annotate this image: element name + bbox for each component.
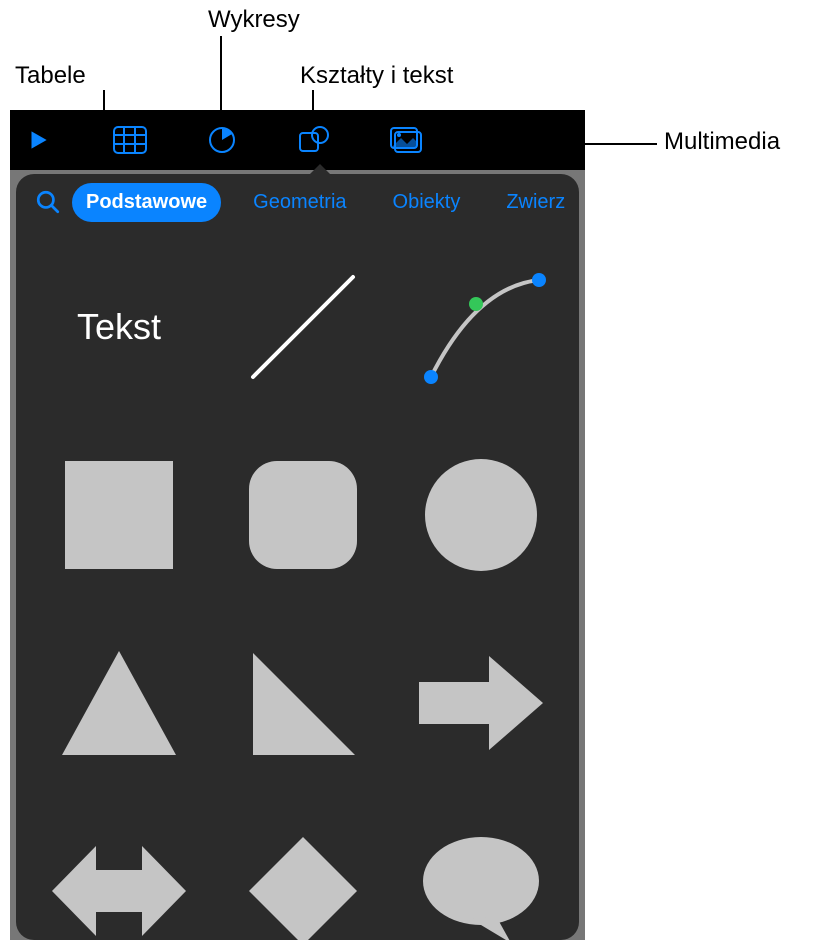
table-icon bbox=[113, 126, 147, 154]
callout-charts: Wykresy bbox=[208, 6, 300, 34]
callout-tables: Tabele bbox=[15, 62, 86, 90]
shape-speech-bubble[interactable] bbox=[411, 811, 551, 940]
shape-text[interactable]: Tekst bbox=[44, 247, 194, 407]
shape-rounded-square[interactable] bbox=[234, 435, 371, 595]
line-icon bbox=[238, 262, 368, 392]
shape-triangle[interactable] bbox=[44, 623, 194, 783]
shapes-popover: Podstawowe Geometria Obiekty Zwierz Teks… bbox=[16, 174, 579, 940]
shapes-grid: Tekst bbox=[16, 227, 579, 940]
arrow-right-icon bbox=[411, 648, 551, 758]
category-tabs: Podstawowe Geometria Obiekty Zwierz bbox=[72, 183, 569, 222]
search-icon bbox=[35, 189, 61, 215]
pie-chart-icon bbox=[207, 125, 237, 155]
shape-diamond[interactable] bbox=[234, 811, 371, 940]
charts-button[interactable] bbox=[202, 120, 242, 160]
search-button[interactable] bbox=[30, 184, 66, 220]
tables-button[interactable] bbox=[110, 120, 150, 160]
square-icon bbox=[59, 455, 179, 575]
shape-circle[interactable] bbox=[411, 435, 551, 595]
triangle-icon bbox=[54, 643, 184, 763]
tab-geometry[interactable]: Geometria bbox=[239, 183, 360, 222]
tab-objects[interactable]: Obiekty bbox=[379, 183, 475, 222]
circle-icon bbox=[421, 455, 541, 575]
speech-bubble-icon bbox=[416, 831, 546, 940]
shape-arrow-double[interactable] bbox=[44, 811, 194, 940]
shape-square[interactable] bbox=[44, 435, 194, 595]
shape-arrow-right[interactable] bbox=[411, 623, 551, 783]
rounded-square-icon bbox=[243, 455, 363, 575]
callout-shapes-text: Kształty i tekst bbox=[300, 62, 453, 90]
shapes-button[interactable] bbox=[294, 120, 334, 160]
toolbar bbox=[10, 110, 585, 170]
play-icon bbox=[25, 127, 51, 153]
tab-basic[interactable]: Podstawowe bbox=[72, 183, 221, 222]
tab-animals[interactable]: Zwierz bbox=[492, 183, 569, 222]
shape-line[interactable] bbox=[234, 247, 371, 407]
shape-curve[interactable] bbox=[411, 247, 551, 407]
shape-right-triangle[interactable] bbox=[234, 623, 371, 783]
double-arrow-icon bbox=[44, 836, 194, 940]
popover-body: Podstawowe Geometria Obiekty Zwierz Teks… bbox=[16, 174, 579, 940]
callout-media: Multimedia bbox=[664, 128, 780, 156]
curve-icon bbox=[411, 262, 551, 392]
media-icon bbox=[389, 126, 423, 154]
app-window: Podstawowe Geometria Obiekty Zwierz Teks… bbox=[10, 110, 585, 940]
popover-header: Podstawowe Geometria Obiekty Zwierz bbox=[16, 174, 579, 227]
diamond-icon bbox=[243, 831, 363, 940]
play-button[interactable] bbox=[18, 120, 58, 160]
media-button[interactable] bbox=[386, 120, 426, 160]
shapes-icon bbox=[298, 125, 330, 155]
popover-caret bbox=[306, 164, 334, 178]
right-triangle-icon bbox=[243, 643, 363, 763]
